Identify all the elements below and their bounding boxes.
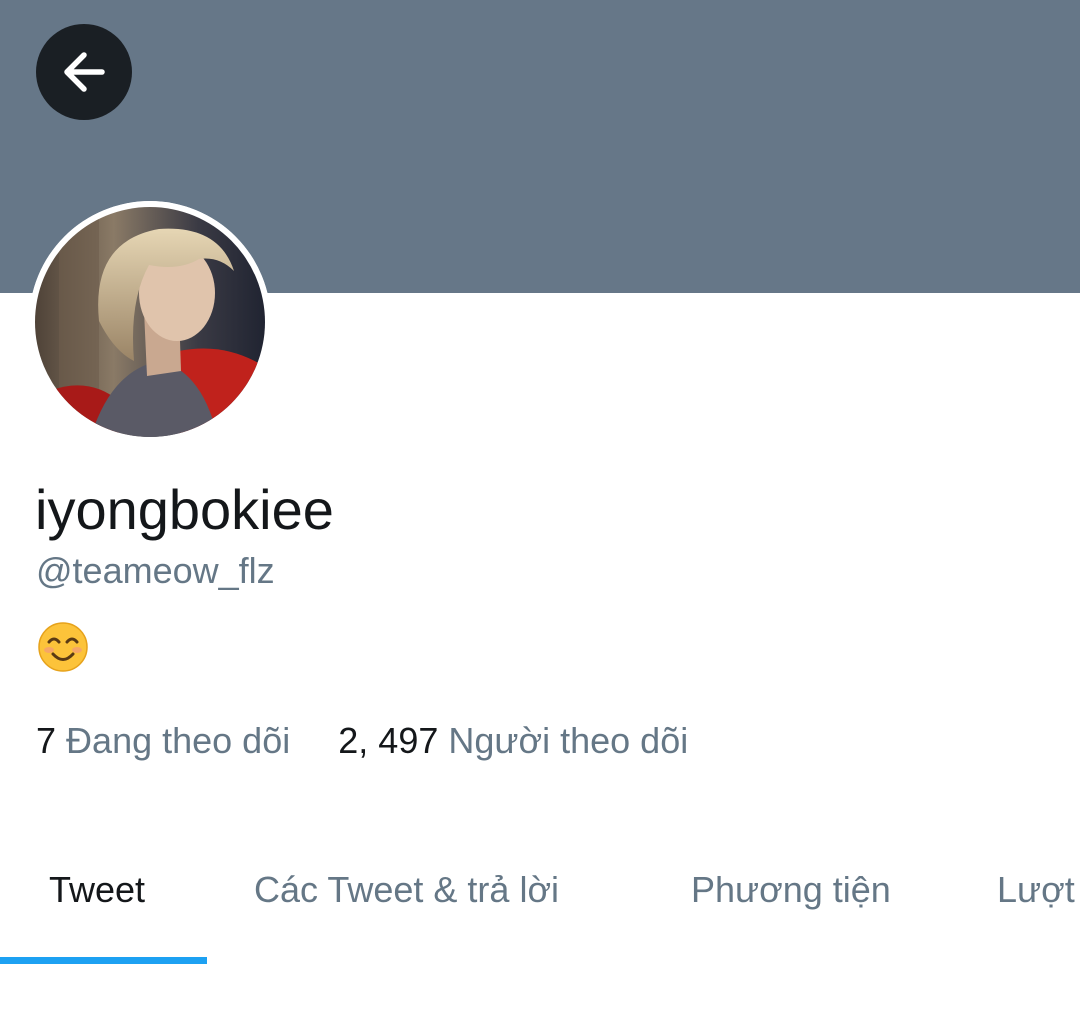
tab-tweets-and-replies[interactable]: Các Tweet & trả lời bbox=[254, 862, 559, 918]
smiling-face-with-smiling-eyes-icon bbox=[38, 622, 88, 672]
followers-label: Người theo dõi bbox=[448, 720, 689, 761]
following-count: 7 bbox=[36, 720, 57, 761]
back-button[interactable] bbox=[36, 24, 132, 120]
avatar[interactable] bbox=[29, 201, 271, 443]
active-tab-indicator bbox=[0, 957, 207, 964]
profile-stats: 7 Đang theo dõi 2, 497 Người theo dõi bbox=[36, 719, 688, 763]
display-name: iyongbokiee bbox=[35, 478, 334, 541]
bio bbox=[37, 621, 89, 673]
tab-media[interactable]: Phương tiện bbox=[691, 862, 891, 918]
arrow-left-icon bbox=[64, 52, 105, 92]
profile-tabs: Tweet Các Tweet & trả lời Phương tiện Lư… bbox=[0, 862, 1080, 922]
followers-link[interactable]: 2, 497 Người theo dõi bbox=[338, 720, 688, 761]
following-link[interactable]: 7 Đang theo dõi bbox=[36, 720, 300, 761]
profile-handle: @teameow_flz bbox=[36, 550, 275, 591]
following-label: Đang theo dõi bbox=[66, 720, 291, 761]
tab-likes[interactable]: Lượt bbox=[997, 862, 1080, 918]
tab-tweets[interactable]: Tweet bbox=[49, 862, 145, 918]
followers-count: 2, 497 bbox=[338, 720, 439, 761]
